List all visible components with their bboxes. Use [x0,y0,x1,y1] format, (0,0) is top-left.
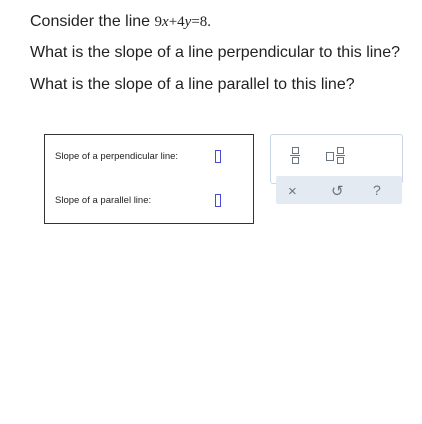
answer-box: Slope of a perpendicular line: Slope of … [44,134,254,224]
parallel-slope-input[interactable] [215,194,221,207]
perpendicular-slope-label: Slope of a perpendicular line: [55,151,179,162]
mixed-whole-box [326,152,334,161]
fraction-denominator-box [292,157,299,164]
equation-var-x: x [162,14,169,30]
help-icon[interactable]: ? [373,182,381,198]
question-parallel: What is the slope of a line parallel to … [30,76,355,93]
mixed-number-icon[interactable] [326,147,346,165]
undo-icon[interactable]: ↺ [331,182,344,200]
fraction-icon[interactable] [290,147,300,165]
fraction-numerator-box [292,147,299,154]
equation-coef-y: 4 [177,14,185,30]
question-perpendicular: What is the slope of a line perpendicula… [30,44,400,61]
equation-plus: + [168,14,178,30]
clear-icon[interactable]: × [288,183,297,200]
mixed-denominator-box [337,157,344,164]
equation-coef-x: 9 [154,14,163,30]
mixed-fraction-bar [336,155,345,156]
equation-period: . [207,14,212,30]
question-line-equation: Consider the line 9x+4y=8. [30,13,211,31]
parallel-slope-label: Slope of a parallel line: [55,195,152,206]
mixed-numerator-box [337,147,344,154]
line-equation: 9x+4y=8. [155,14,212,30]
page: Consider the line 9x+4y=8. What is the s… [0,0,422,424]
perpendicular-slope-input[interactable] [215,150,221,163]
fraction-bar [290,155,300,156]
equation-equals: = [191,14,200,30]
question-prefix: Consider the line [30,13,155,30]
